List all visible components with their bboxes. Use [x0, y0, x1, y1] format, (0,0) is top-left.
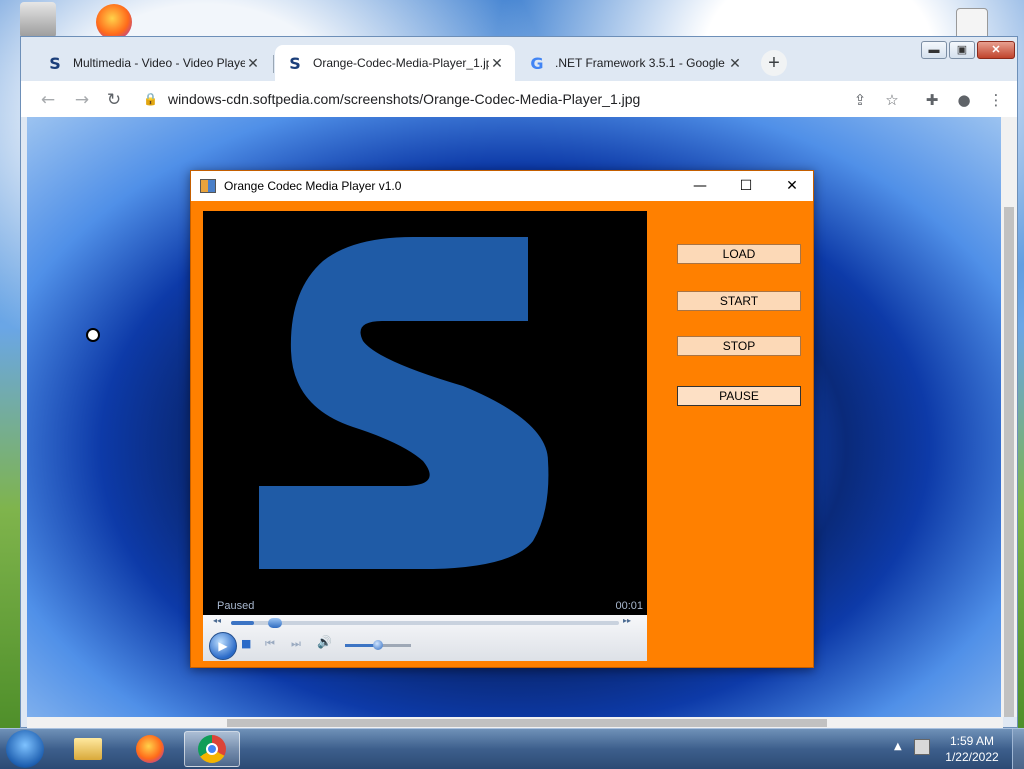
minimize-button[interactable]: — — [677, 171, 723, 201]
maximize-button[interactable]: ☐ — [723, 171, 769, 201]
seek-thumb[interactable] — [268, 618, 283, 628]
tab-divider — [273, 55, 274, 73]
folder-icon — [74, 738, 102, 760]
network-icon[interactable] — [914, 739, 930, 755]
tab-title: Multimedia - Video - Video Playe — [73, 56, 245, 70]
tab-strip: S Multimedia - Video - Video Playe ✕ S O… — [21, 37, 1017, 81]
start-button[interactable] — [6, 730, 44, 768]
seek-progress — [231, 621, 255, 625]
recycle-bin-icon[interactable] — [20, 2, 56, 38]
new-tab-button[interactable]: + — [761, 50, 787, 76]
tab-title: Orange-Codec-Media-Player_1.jp — [313, 56, 489, 70]
scrollbar-thumb[interactable] — [1004, 207, 1014, 717]
close-icon[interactable]: ✕ — [489, 55, 505, 72]
google-g-icon: G — [530, 53, 544, 73]
app-icon — [200, 179, 216, 193]
close-icon[interactable]: ✕ — [245, 55, 261, 72]
share-icon[interactable]: ⇪ — [849, 89, 871, 111]
system-clock[interactable]: 1:59 AM 1/22/2022 — [940, 733, 1004, 765]
clock-date: 1/22/2022 — [945, 750, 999, 764]
back-icon[interactable]: ← — [37, 89, 59, 111]
tab-orange-codec[interactable]: S Orange-Codec-Media-Player_1.jp ✕ — [275, 45, 515, 81]
stop-button[interactable]: STOP — [677, 336, 801, 356]
firefox-desktop-icon[interactable] — [96, 4, 132, 40]
firefox-icon — [136, 735, 164, 763]
url-text: windows-cdn.softpedia.com/screenshots/Or… — [167, 91, 641, 107]
media-player-window: Orange Codec Media Player v1.0 — ☐ ✕ Pau… — [190, 170, 814, 668]
rewind-icon[interactable]: ◂◂ — [213, 616, 221, 625]
player-title: Orange Codec Media Player v1.0 — [224, 179, 402, 193]
previous-icon[interactable]: ⏮ — [265, 637, 275, 651]
file-explorer-icon[interactable] — [62, 731, 114, 767]
zoom-out-cursor-icon — [86, 328, 100, 342]
minimize-button[interactable]: ▬ — [921, 41, 947, 59]
playback-status: Paused — [217, 600, 255, 612]
pause-button[interactable]: PAUSE — [677, 386, 801, 406]
video-area[interactable]: Paused 00:01 — [203, 211, 647, 615]
seek-bar[interactable] — [231, 618, 619, 628]
maximize-button[interactable]: ▣ — [949, 41, 975, 59]
firefox-taskbar-icon[interactable] — [124, 731, 176, 767]
elapsed-time: 00:01 — [615, 600, 643, 612]
chrome-icon-center — [206, 743, 218, 755]
reload-icon[interactable]: ↻ — [103, 89, 125, 111]
taskbar: ▲ 1:59 AM 1/22/2022 — [0, 728, 1024, 769]
vertical-scrollbar[interactable] — [1001, 117, 1017, 717]
playback-controls: ◂◂ ▸▸ ▶ ■ ⏮ ⏭ 🔊 — [203, 615, 647, 661]
tab-net-framework[interactable]: G .NET Framework 3.5.1 - Google S ✕ — [517, 45, 753, 81]
scrollbar-thumb[interactable] — [227, 719, 827, 727]
player-titlebar: Orange Codec Media Player v1.0 — ☐ ✕ — [191, 171, 813, 201]
forward-icon[interactable]: → — [71, 89, 93, 111]
softpedia-s-icon: S — [49, 53, 61, 73]
tab-title: .NET Framework 3.5.1 - Google S — [555, 56, 727, 70]
bookmark-star-icon[interactable]: ☆ — [881, 89, 903, 111]
browser-toolbar: ← → ↻ 🔒 windows-cdn.softpedia.com/screen… — [21, 81, 1017, 117]
tab-multimedia[interactable]: S Multimedia - Video - Video Playe ✕ — [35, 45, 271, 81]
menu-icon[interactable]: ⋮ — [985, 89, 1007, 111]
volume-thumb[interactable] — [373, 640, 383, 650]
fast-forward-icon[interactable]: ▸▸ — [623, 616, 631, 625]
profile-icon[interactable]: ● — [953, 89, 975, 111]
next-icon[interactable]: ⏭ — [291, 637, 301, 651]
show-hidden-icons-icon[interactable]: ▲ — [894, 741, 902, 752]
clock-time: 1:59 AM — [949, 734, 995, 748]
extensions-icon[interactable]: ✚ — [921, 89, 943, 111]
start-button[interactable]: START — [677, 291, 801, 311]
close-button[interactable]: ✕ — [977, 41, 1015, 59]
stop-icon[interactable]: ■ — [241, 637, 251, 650]
close-icon[interactable]: ✕ — [727, 55, 743, 72]
volume-icon[interactable]: 🔊 — [317, 635, 332, 649]
play-button[interactable]: ▶ — [209, 632, 237, 660]
chrome-taskbar-icon[interactable] — [184, 731, 240, 767]
close-button[interactable]: ✕ — [769, 171, 815, 201]
address-bar[interactable]: 🔒 windows-cdn.softpedia.com/screenshots/… — [143, 87, 640, 111]
lock-icon: 🔒 — [143, 92, 158, 106]
show-desktop-button[interactable] — [1012, 729, 1024, 769]
softpedia-s-logo — [259, 237, 549, 569]
load-button[interactable]: LOAD — [677, 244, 801, 264]
softpedia-s-icon: S — [289, 53, 301, 73]
volume-slider[interactable] — [345, 640, 411, 650]
